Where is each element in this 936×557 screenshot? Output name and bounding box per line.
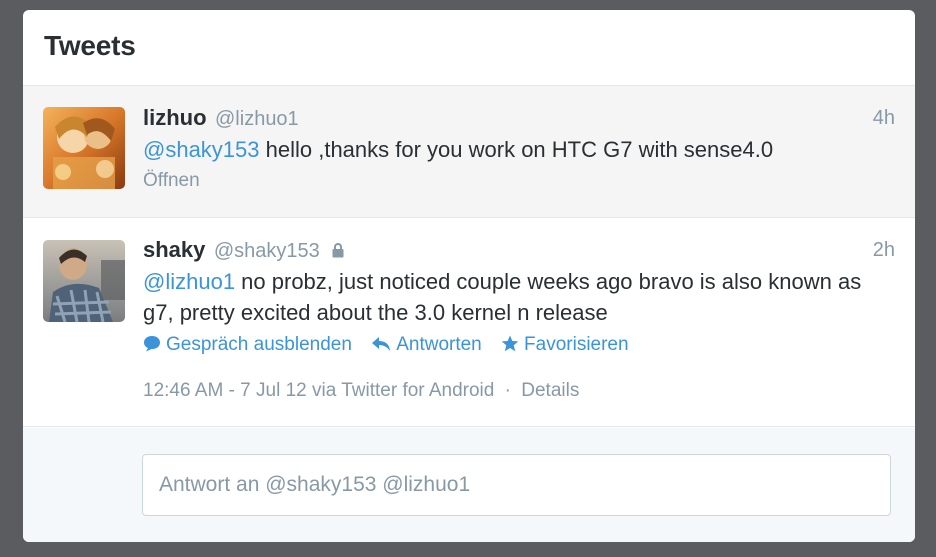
speech-bubble-icon bbox=[144, 336, 160, 352]
tweet-item[interactable]: shaky @shaky153 2h @lizhuo1 no probz, ju… bbox=[23, 218, 915, 427]
reply-label: Antworten bbox=[396, 334, 482, 355]
hide-conversation-label: Gespräch ausblenden bbox=[166, 334, 352, 355]
tweet-item[interactable]: lizhuo @lizhuo1 4h @shaky153 hello ,than… bbox=[23, 86, 915, 218]
dialog-title: Tweets bbox=[44, 30, 136, 61]
mention-link[interactable]: @lizhuo1 bbox=[143, 269, 235, 294]
tweet-author[interactable]: shaky @shaky153 bbox=[143, 235, 895, 265]
reply-button[interactable]: Antworten bbox=[371, 331, 482, 359]
author-username[interactable]: @shaky153 bbox=[214, 240, 320, 262]
tweet-body: hello ,thanks for you work on HTC G7 wit… bbox=[259, 137, 774, 162]
favorite-label: Favorisieren bbox=[524, 334, 629, 355]
author-fullname[interactable]: lizhuo bbox=[143, 105, 207, 130]
tweet-author[interactable]: lizhuo @lizhuo1 bbox=[143, 103, 895, 133]
favorite-button[interactable]: Favorisieren bbox=[501, 331, 629, 359]
meta-separator: · bbox=[504, 380, 511, 401]
tweet-actions: Gespräch ausblenden Antworten Favorisier… bbox=[143, 331, 895, 359]
reply-input[interactable] bbox=[142, 454, 891, 516]
avatar[interactable] bbox=[43, 107, 125, 189]
tweet-text: @shaky153 hello ,thanks for you work on … bbox=[143, 134, 895, 165]
mention-link[interactable]: @shaky153 bbox=[143, 137, 260, 162]
tweet-text: @lizhuo1 no probz, just noticed couple w… bbox=[143, 266, 895, 328]
star-icon bbox=[501, 335, 519, 352]
dialog-header: Tweets bbox=[23, 10, 915, 86]
reply-area bbox=[23, 428, 915, 542]
tweet-content: lizhuo @lizhuo1 4h @shaky153 hello ,than… bbox=[143, 103, 895, 193]
tweet-time[interactable]: 2h bbox=[873, 235, 895, 265]
reply-arrow-icon bbox=[372, 337, 391, 351]
tweet-source: via Twitter for Android bbox=[312, 380, 495, 401]
details-link[interactable]: Details bbox=[521, 380, 579, 401]
tweet-meta: 12:46 AM - 7 Jul 12 via Twitter for Andr… bbox=[143, 377, 895, 405]
author-username[interactable]: @lizhuo1 bbox=[215, 108, 299, 130]
open-tweet-link[interactable]: Öffnen bbox=[143, 169, 895, 193]
avatar[interactable] bbox=[43, 240, 125, 322]
lock-icon bbox=[332, 239, 344, 269]
tweet-body: no probz, just noticed couple weeks ago … bbox=[143, 269, 862, 325]
tweet-timestamp[interactable]: 12:46 AM - 7 Jul 12 bbox=[143, 380, 307, 401]
tweet-content: shaky @shaky153 2h @lizhuo1 no probz, ju… bbox=[143, 235, 895, 405]
author-fullname[interactable]: shaky bbox=[143, 237, 205, 262]
hide-conversation-button[interactable]: Gespräch ausblenden bbox=[143, 331, 352, 359]
tweet-time[interactable]: 4h bbox=[873, 103, 895, 133]
tweets-dialog: Tweets lizhuo @lizhuo1 4h @shaky153 hell… bbox=[23, 10, 915, 542]
